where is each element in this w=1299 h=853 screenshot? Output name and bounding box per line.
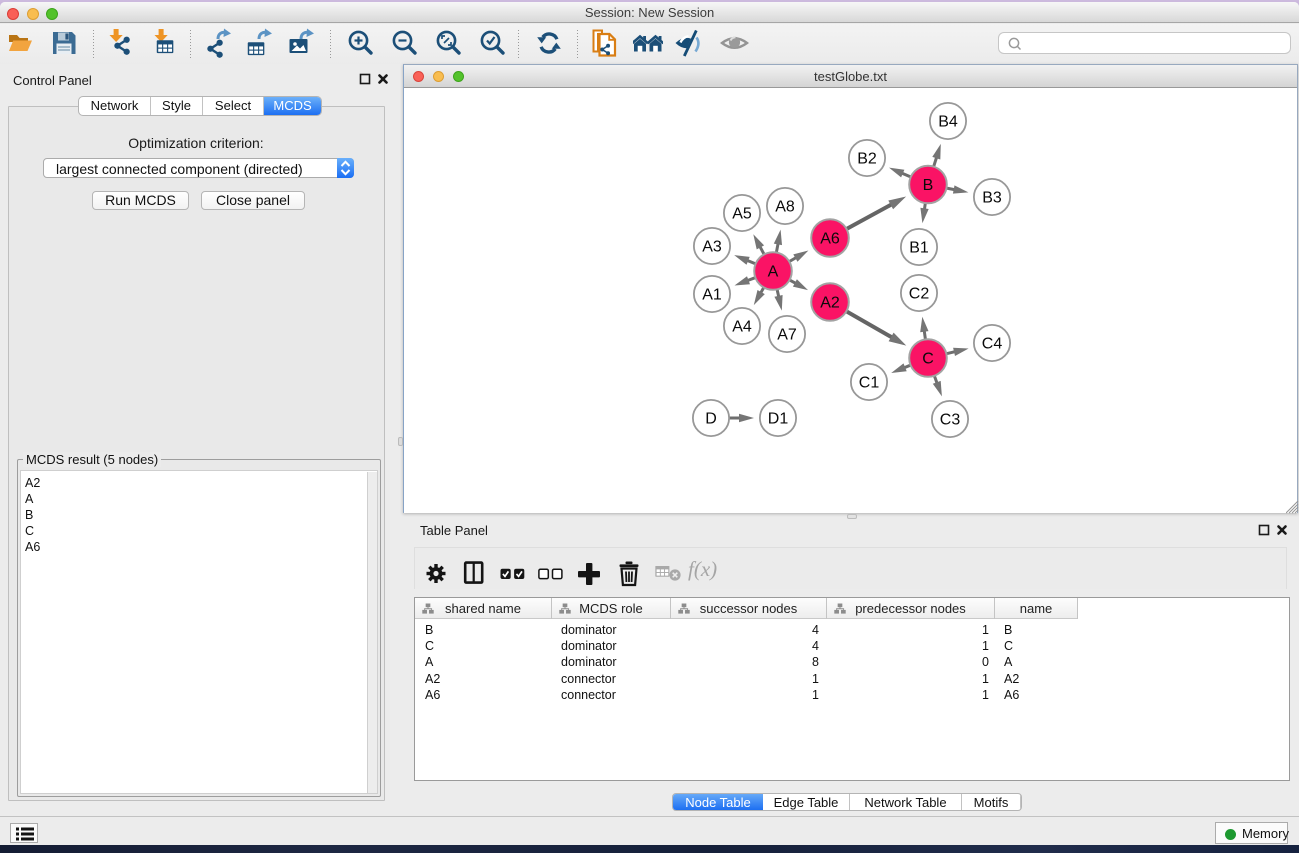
svg-text:B1: B1 xyxy=(909,240,929,257)
svg-text:A: A xyxy=(768,264,779,281)
svg-text:D1: D1 xyxy=(768,411,789,428)
svg-text:A8: A8 xyxy=(775,199,795,216)
svg-text:A5: A5 xyxy=(732,206,752,223)
svg-text:C3: C3 xyxy=(940,412,961,429)
svg-text:B: B xyxy=(923,177,934,194)
svg-text:B3: B3 xyxy=(982,190,1002,207)
svg-text:D: D xyxy=(705,411,717,428)
svg-text:A7: A7 xyxy=(777,327,797,344)
svg-text:C: C xyxy=(922,351,934,368)
svg-text:C1: C1 xyxy=(859,375,880,392)
svg-text:A2: A2 xyxy=(820,295,840,312)
svg-text:C4: C4 xyxy=(982,336,1003,353)
svg-text:A1: A1 xyxy=(702,287,722,304)
svg-text:A3: A3 xyxy=(702,239,722,256)
svg-text:B2: B2 xyxy=(857,151,877,168)
svg-text:C2: C2 xyxy=(909,286,930,303)
svg-text:A6: A6 xyxy=(820,231,840,248)
svg-text:A4: A4 xyxy=(732,319,752,336)
svg-text:B4: B4 xyxy=(938,114,958,131)
